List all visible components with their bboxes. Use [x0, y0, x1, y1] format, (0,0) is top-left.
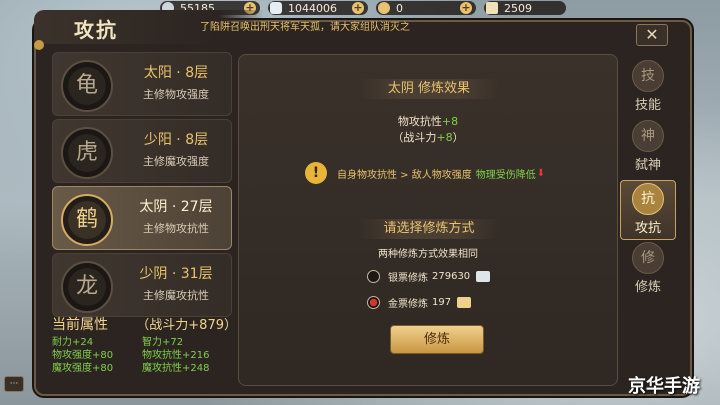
- add-silver-ingot-button[interactable]: +: [352, 2, 364, 14]
- item-name: 太阳 · 8层: [143, 65, 209, 81]
- tab-skills[interactable]: 技 技能: [620, 60, 676, 118]
- option-label: 银票修炼: [388, 273, 428, 284]
- option-silver[interactable]: 银票修炼 279630: [367, 269, 491, 284]
- stat-phys-attack: 物攻强度+80: [52, 350, 114, 361]
- resource-gold-coin: 0 +: [376, 1, 476, 15]
- tab-label: 攻抗: [634, 221, 661, 236]
- stat-intellect: 智力+72: [142, 337, 184, 348]
- stat-phys-resist: 物攻抗性+216: [142, 350, 210, 361]
- info-condition: 自身物攻抗性 > 敌人物攻强度: [337, 169, 472, 181]
- effect-power: （战斗力+8）: [239, 129, 617, 145]
- resource-silver-ingot: 1044006 +: [268, 1, 368, 15]
- scrolling-notice: 了陷阱召唤出刑天将军天孤，请大家组队消灭之: [200, 22, 410, 31]
- skills-icon: 技: [632, 60, 664, 92]
- tab-godslayer[interactable]: 神 弑神: [620, 120, 676, 178]
- effect-stat: 物攻抗性+8: [239, 113, 617, 129]
- ornament-icon: [34, 40, 44, 50]
- down-arrow-icon: ⬇: [536, 167, 546, 179]
- resource-scroll: 2509: [484, 1, 566, 15]
- godslayer-icon: 神: [632, 120, 664, 152]
- method-header: 请选择修炼方式: [359, 219, 499, 239]
- item-subtitle: 主修魔攻强度: [143, 155, 209, 168]
- option-gold[interactable]: 金票修炼 197: [367, 295, 472, 310]
- dragon-emblem-icon: 龙: [61, 261, 113, 313]
- silver-radio[interactable]: [367, 270, 380, 283]
- silver-ticket-icon: [476, 271, 491, 282]
- effect-header: 太阴 修炼效果: [359, 79, 499, 99]
- watermark: 京华手游: [628, 376, 700, 397]
- list-item-shaoyang[interactable]: 虎 少阳 · 8层 主修魔攻强度: [52, 119, 232, 183]
- item-subtitle: 主修物攻抗性: [143, 222, 209, 235]
- resource-value: 1044006: [288, 1, 337, 15]
- item-name: 少阳 · 8层: [143, 132, 209, 148]
- item-subtitle: 主修物攻强度: [143, 88, 209, 101]
- item-name: 少阴 · 31层: [139, 266, 213, 282]
- stat-stamina: 耐力+24: [52, 337, 94, 348]
- effect-power-close: ）: [452, 131, 464, 144]
- right-tab-bar: 技 技能 神 弑神 抗 攻抗 修 修炼: [620, 58, 676, 302]
- list-item-shaoyin[interactable]: 龙 少阴 · 31层 主修魔攻抗性: [52, 253, 232, 317]
- cultivate-icon: 修: [632, 242, 664, 274]
- crane-emblem-icon: 鹤: [61, 194, 113, 246]
- chat-icon[interactable]: ···: [4, 376, 24, 392]
- resource-value: 2509: [504, 1, 532, 15]
- method-hint: 两种修炼方式效果相同: [378, 249, 478, 260]
- list-item-taiyang[interactable]: 龟 太阳 · 8层 主修物攻强度: [52, 52, 232, 116]
- attributes-power: （战斗力+879）: [136, 318, 237, 333]
- attributes-title: 当前属性: [52, 317, 108, 333]
- attack-resist-icon: 抗: [632, 183, 664, 215]
- turtle-emblem-icon: 龟: [61, 60, 113, 112]
- option-amount: 197: [432, 297, 452, 308]
- gold-radio[interactable]: [367, 296, 380, 309]
- resource-value: 0: [396, 1, 403, 15]
- close-button[interactable]: ✕: [636, 24, 668, 46]
- effect-stat-label: 物攻抗性: [397, 115, 442, 128]
- option-label: 金票修炼: [388, 299, 428, 310]
- stat-magic-attack: 魔攻强度+80: [52, 363, 114, 374]
- tab-label: 技能: [634, 98, 661, 113]
- item-name: 太阴 · 27层: [139, 199, 213, 215]
- option-amount: 279630: [432, 271, 471, 282]
- add-gold-coin-button[interactable]: +: [460, 2, 472, 14]
- tab-label: 弑神: [634, 158, 661, 173]
- exclamation-icon: !: [305, 162, 327, 184]
- attribute-grid: 耐力+24 智力+72 物攻强度+80 物攻抗性+216 魔攻强度+80 魔攻抗…: [52, 336, 237, 375]
- tab-cultivate[interactable]: 修 修炼: [620, 242, 676, 300]
- effect-stat-value: +8: [441, 115, 459, 128]
- scroll-icon: [486, 2, 498, 14]
- silver-ingot-icon: [270, 2, 282, 14]
- effect-power-label: （战斗力: [392, 131, 437, 144]
- cultivation-list: 龟 太阳 · 8层 主修物攻强度 虎 少阳 · 8层 主修魔攻强度 鹤 太阴 ·…: [52, 52, 232, 320]
- gold-ticket-icon: [457, 297, 472, 308]
- detail-pane: 太阴 修炼效果 物攻抗性+8 （战斗力+8） ! 自身物攻抗性 > 敌人物攻强度…: [238, 54, 618, 386]
- item-subtitle: 主修魔攻抗性: [143, 289, 209, 302]
- gold-coin-icon: [378, 2, 390, 14]
- info-result: 物理受伤降低: [475, 169, 536, 181]
- stat-magic-resist: 魔攻抗性+248: [142, 363, 210, 374]
- tab-attack-resist[interactable]: 抗 攻抗: [620, 180, 676, 240]
- train-button[interactable]: 修炼: [390, 325, 484, 354]
- tiger-emblem-icon: 虎: [61, 127, 113, 179]
- tab-label: 修炼: [634, 280, 661, 295]
- list-item-taiyin[interactable]: 鹤 太阴 · 27层 主修物攻抗性: [52, 186, 232, 250]
- effect-info: ! 自身物攻抗性 > 敌人物攻强度 物理受伤降低 ⬇: [305, 162, 605, 184]
- current-attributes: 当前属性 （战斗力+879） 耐力+24 智力+72 物攻强度+80 物攻抗性+…: [52, 314, 237, 375]
- page-title: 攻抗: [74, 18, 118, 42]
- effect-power-value: +8: [436, 131, 453, 144]
